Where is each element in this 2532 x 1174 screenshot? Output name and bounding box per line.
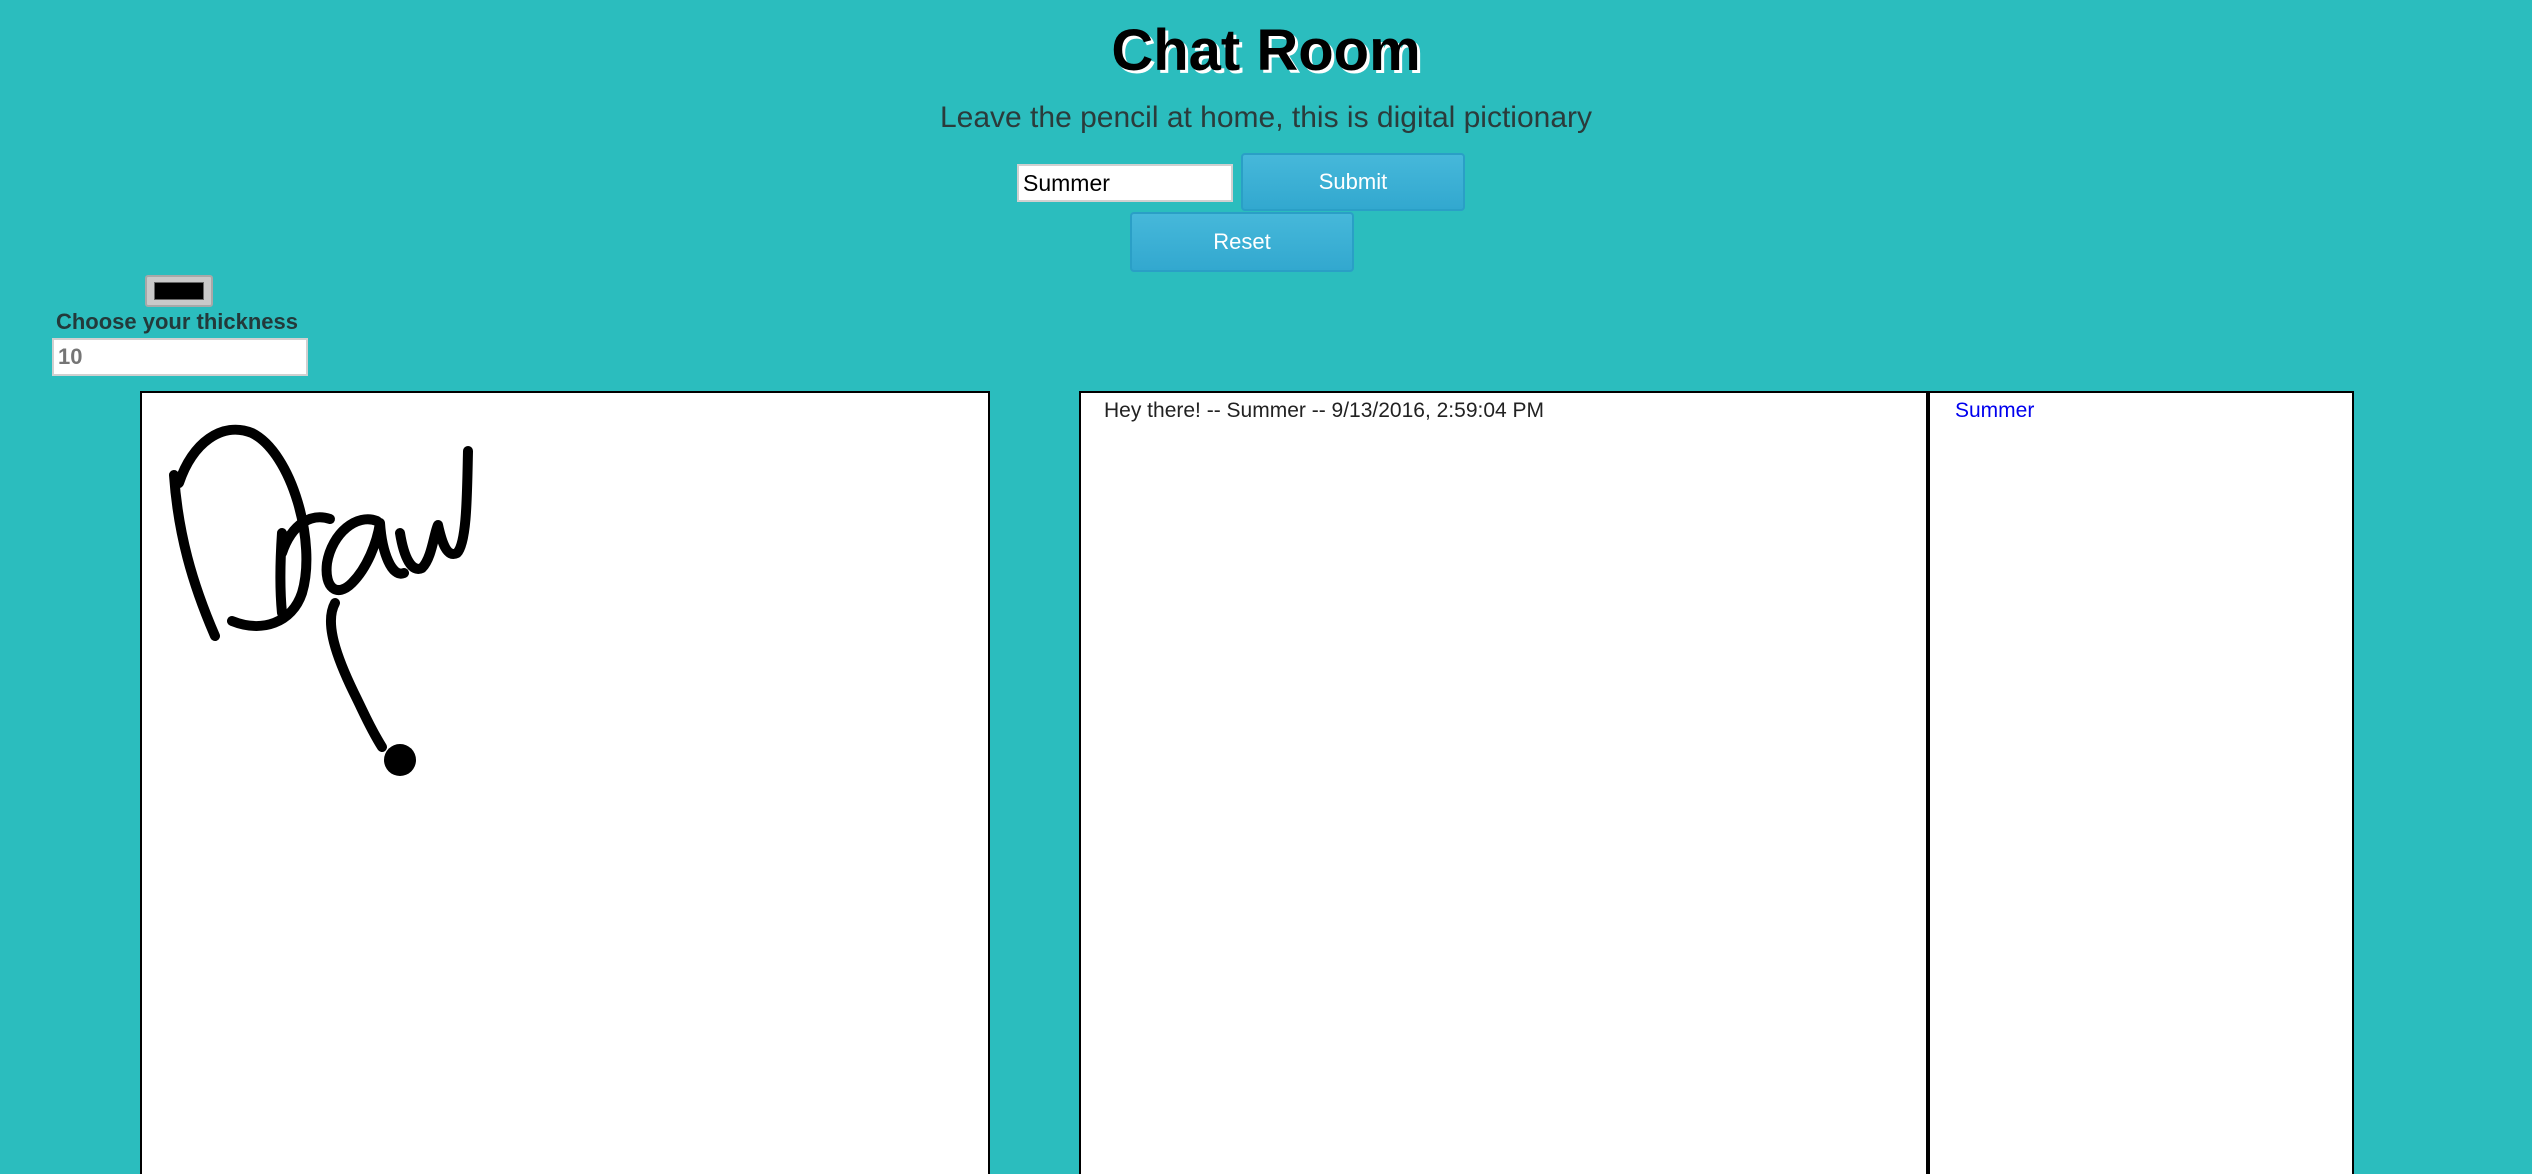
- name-input[interactable]: [1017, 164, 1233, 202]
- user-link[interactable]: Summer: [1955, 397, 2034, 425]
- reset-button[interactable]: Reset: [1130, 212, 1354, 272]
- stroke-exclamation-dot: [384, 744, 416, 776]
- page-subtitle: Leave the pencil at home, this is digita…: [939, 101, 1593, 134]
- page-title: Chat Room: [1111, 18, 1421, 83]
- submit-button[interactable]: Submit: [1241, 153, 1465, 211]
- thickness-label: Choose your thickness: [55, 309, 299, 334]
- stroke-w: [395, 446, 473, 574]
- stroke-a: [321, 514, 409, 595]
- messages-panel: Hey there! -- Summer -- 9/13/2016, 2:59:…: [1079, 391, 1929, 1174]
- stroke-exclamation: [326, 598, 387, 752]
- drawing-canvas[interactable]: [140, 391, 990, 1174]
- users-panel: Summer: [1927, 391, 2354, 1174]
- color-swatch-fill: [154, 282, 204, 300]
- stroke-d-stem: [169, 470, 220, 641]
- chat-message: Hey there! -- Summer -- 9/13/2016, 2:59:…: [1104, 399, 1545, 422]
- thickness-input[interactable]: [52, 338, 308, 376]
- drawing-strokes: [169, 424, 473, 776]
- color-picker[interactable]: [145, 275, 213, 307]
